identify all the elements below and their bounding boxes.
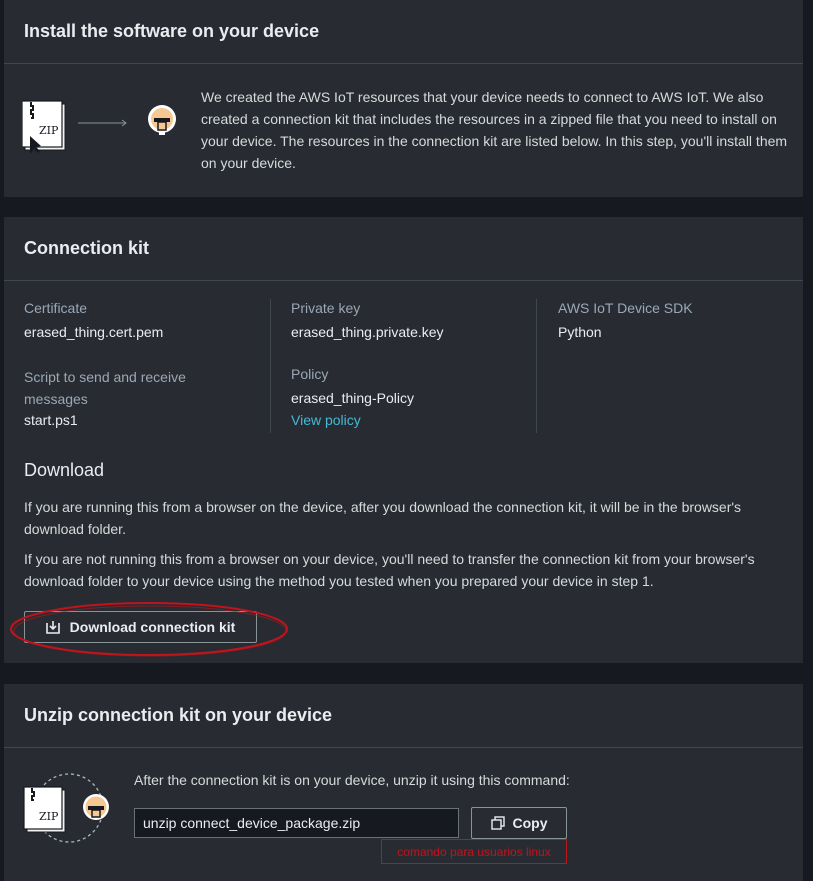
view-policy-link[interactable]: View policy: [291, 412, 361, 428]
svg-text:ZIP: ZIP: [39, 124, 59, 137]
private-key-label: Private key: [291, 300, 361, 316]
column-divider: [270, 299, 271, 433]
resource-columns: Certificate erased_thing.cert.pem Script…: [4, 281, 803, 441]
connection-kit-header: Connection kit: [4, 217, 803, 281]
copy-button[interactable]: Copy: [471, 807, 567, 839]
sdk-label: AWS IoT Device SDK: [558, 300, 693, 316]
device-bulb-icon: [146, 104, 178, 140]
arrow-icon: [78, 116, 130, 128]
install-panel-header: Install the software on your device: [4, 0, 803, 64]
linux-annotation: comando para usuarios linux: [381, 839, 567, 864]
install-description: We created the AWS IoT resources that yo…: [201, 89, 788, 171]
install-panel: Install the software on your device ZIP …: [4, 0, 803, 197]
download-connection-kit-button[interactable]: Download connection kit: [24, 611, 257, 643]
download-icon: [45, 620, 60, 634]
sdk-value: Python: [558, 324, 602, 340]
unzip-command-field[interactable]: unzip connect_device_package.zip: [134, 808, 459, 838]
unzip-header: Unzip connection kit on your device: [4, 684, 803, 748]
unzip-illustration-icon: ZIP: [22, 770, 117, 846]
download-button-label: Download connection kit: [69, 619, 236, 635]
zip-file-icon: ZIP: [21, 98, 72, 154]
policy-label: Policy: [291, 366, 329, 382]
script-value: start.ps1: [24, 412, 78, 428]
install-title: Install the software on your device: [24, 21, 320, 41]
download-paragraph-2: If you are not running this from a brows…: [24, 551, 755, 589]
copy-button-label: Copy: [512, 815, 548, 831]
certificate-label: Certificate: [24, 300, 88, 316]
private-key-value: erased_thing.private.key: [291, 324, 444, 340]
certificate-value: erased_thing.cert.pem: [24, 324, 164, 340]
unzip-instruction: After the connection kit is on your devi…: [134, 772, 570, 788]
download-paragraph-1: If you are running this from a browser o…: [24, 499, 742, 537]
column-divider: [536, 299, 537, 433]
copy-icon: [490, 816, 505, 830]
svg-text:ZIP: ZIP: [39, 810, 59, 823]
connection-kit-panel: Connection kit Certificate erased_thing.…: [4, 217, 803, 663]
script-label: Script to send and receive messages: [24, 369, 186, 407]
connection-kit-title: Connection kit: [24, 238, 149, 258]
download-heading: Download: [24, 460, 105, 480]
policy-value: erased_thing-Policy: [291, 390, 414, 406]
unzip-title: Unzip connection kit on your device: [24, 705, 333, 725]
